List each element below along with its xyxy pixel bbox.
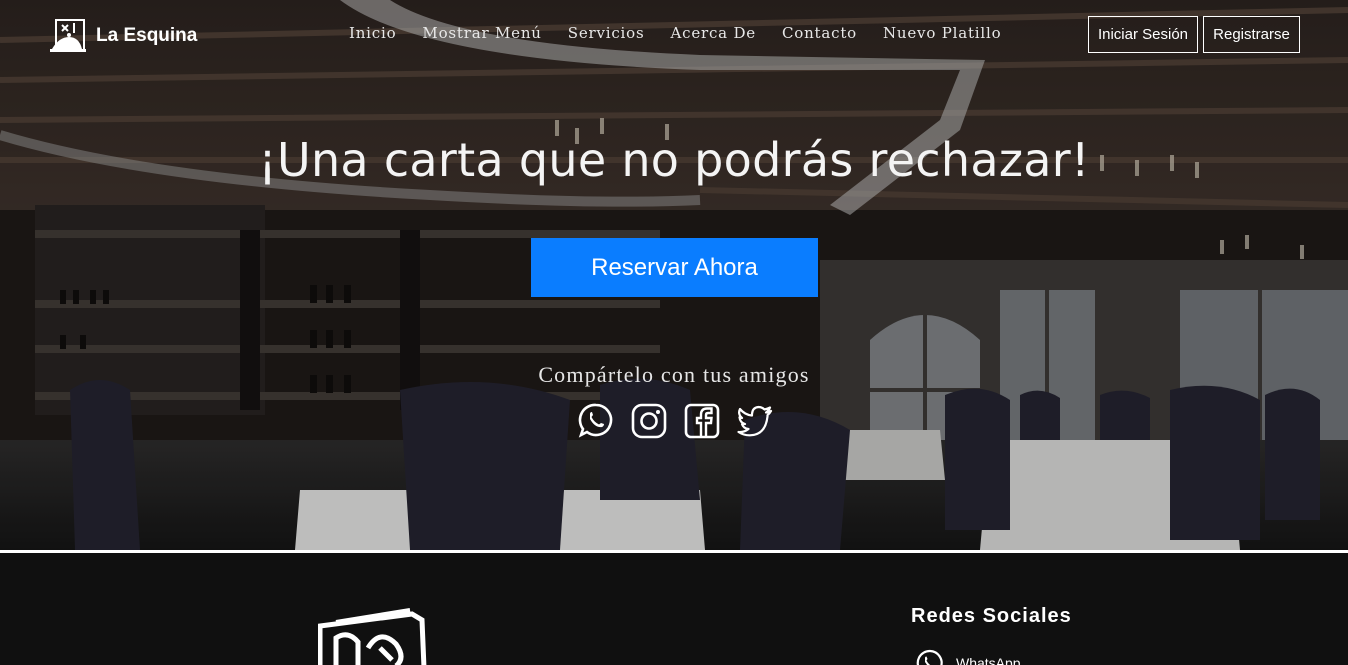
- register-button[interactable]: Registrarse: [1203, 16, 1300, 53]
- whatsapp-icon[interactable]: [578, 402, 614, 440]
- hero-section: La Esquina Inicio Mostrar Menú Servicios…: [0, 0, 1348, 550]
- social-heading: Redes Sociales: [911, 605, 1072, 627]
- instagram-icon[interactable]: [631, 402, 667, 440]
- nav-links: Inicio Mostrar Menú Servicios Acerca De …: [349, 24, 1027, 42]
- twitter-icon[interactable]: [737, 402, 773, 440]
- nav-link-servicios[interactable]: Servicios: [568, 24, 645, 42]
- nav-link-nuevo-platillo[interactable]: Nuevo Platillo: [883, 24, 1001, 42]
- nav-link-contacto[interactable]: Contacto: [782, 24, 857, 42]
- navbar: La Esquina Inicio Mostrar Menú Servicios…: [0, 0, 1348, 70]
- nav-link-mostrar-menu[interactable]: Mostrar Menú: [422, 24, 541, 42]
- brand[interactable]: La Esquina: [50, 17, 197, 55]
- nav-link-acerca-de[interactable]: Acerca De: [670, 24, 756, 42]
- footer-social-whatsapp[interactable]: WhatsApp: [916, 649, 1021, 665]
- whatsapp-icon: [916, 649, 943, 665]
- brand-name: La Esquina: [96, 25, 198, 46]
- social-share-row: [578, 402, 790, 440]
- footer-social-label: WhatsApp: [956, 655, 1021, 665]
- reserve-button[interactable]: Reservar Ahora: [531, 238, 818, 297]
- facebook-icon[interactable]: [684, 402, 720, 440]
- waiter-tray-icon: [50, 19, 86, 52]
- nav-link-inicio[interactable]: Inicio: [349, 24, 396, 42]
- waiter-tray-icon: [318, 608, 427, 665]
- login-button[interactable]: Iniciar Sesión: [1088, 16, 1198, 53]
- footer: Redes Sociales WhatsApp: [0, 553, 1348, 665]
- hero-title: ¡Una carta que no podrás rechazar!: [258, 133, 1090, 187]
- share-text: Compártelo con tus amigos: [538, 362, 810, 387]
